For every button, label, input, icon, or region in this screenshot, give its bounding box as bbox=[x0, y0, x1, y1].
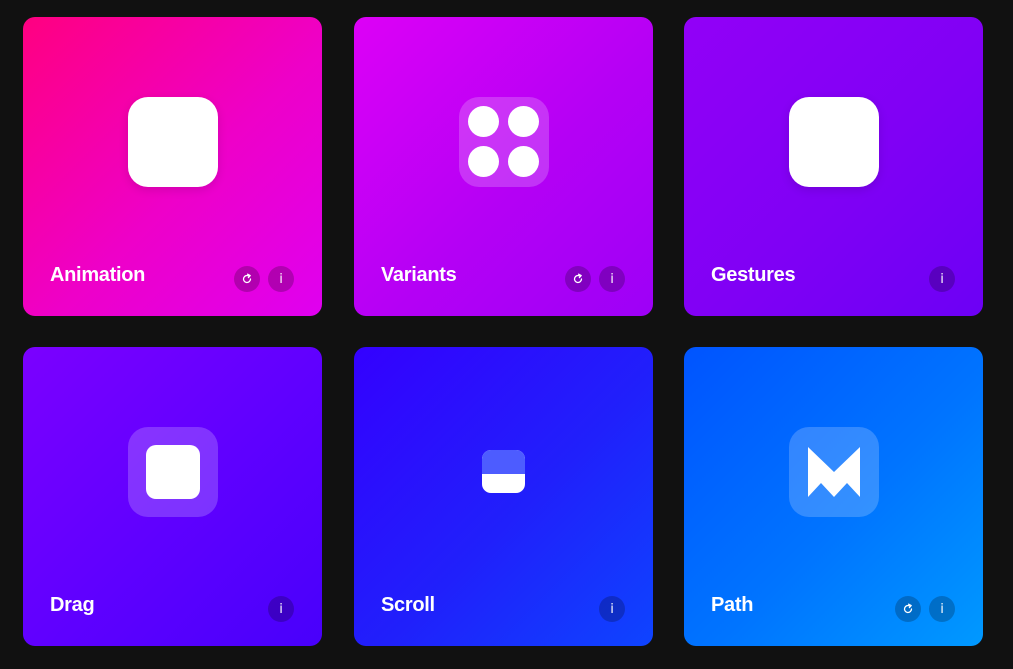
path-container bbox=[789, 427, 879, 517]
animated-square bbox=[128, 97, 218, 187]
variant-dot bbox=[468, 106, 499, 137]
variant-dot bbox=[468, 146, 499, 177]
refresh-button-variants[interactable] bbox=[565, 266, 591, 292]
variants-container bbox=[459, 97, 549, 187]
gesture-square[interactable] bbox=[789, 97, 879, 187]
info-icon: i bbox=[940, 601, 944, 617]
card-actions-drag: i bbox=[268, 596, 294, 622]
refresh-icon bbox=[573, 273, 583, 284]
card-title-variants: Variants bbox=[381, 264, 457, 286]
info-button-gestures[interactable]: i bbox=[929, 266, 955, 292]
card-actions-animation: i bbox=[234, 266, 294, 292]
scroll-progress-fill bbox=[482, 450, 525, 474]
drag-handle[interactable] bbox=[146, 445, 200, 499]
info-icon: i bbox=[940, 271, 944, 287]
drag-demo bbox=[128, 427, 218, 517]
framer-logo-icon bbox=[808, 447, 860, 497]
card-drag[interactable]: Drag i bbox=[23, 347, 322, 646]
info-button-scroll[interactable]: i bbox=[599, 596, 625, 622]
card-animation[interactable]: Animation i bbox=[23, 17, 322, 316]
card-title-gestures: Gestures bbox=[711, 264, 796, 286]
card-actions-path: i bbox=[895, 596, 955, 622]
path-demo bbox=[789, 427, 879, 517]
variants-demo[interactable] bbox=[459, 97, 549, 187]
refresh-button-animation[interactable] bbox=[234, 266, 260, 292]
refresh-button-path[interactable] bbox=[895, 596, 921, 622]
card-scroll[interactable]: Scroll i bbox=[354, 347, 653, 646]
info-icon: i bbox=[610, 271, 614, 287]
info-button-animation[interactable]: i bbox=[268, 266, 294, 292]
variant-dot bbox=[508, 106, 539, 137]
card-title-animation: Animation bbox=[50, 264, 146, 286]
info-icon: i bbox=[279, 601, 283, 617]
info-button-drag[interactable]: i bbox=[268, 596, 294, 622]
card-title-path: Path bbox=[711, 594, 754, 616]
animation-demo[interactable] bbox=[128, 97, 218, 187]
card-variants[interactable]: Variants i bbox=[354, 17, 653, 316]
drag-area bbox=[128, 427, 218, 517]
card-actions-gestures: i bbox=[929, 266, 955, 292]
card-title-scroll: Scroll bbox=[381, 594, 435, 616]
refresh-icon bbox=[903, 603, 913, 614]
info-button-variants[interactable]: i bbox=[599, 266, 625, 292]
card-path[interactable]: Path i bbox=[684, 347, 983, 646]
refresh-icon bbox=[242, 273, 252, 284]
scroll-progress-indicator bbox=[482, 450, 525, 493]
variant-dot bbox=[508, 146, 539, 177]
info-button-path[interactable]: i bbox=[929, 596, 955, 622]
card-actions-variants: i bbox=[565, 266, 625, 292]
info-icon: i bbox=[279, 271, 283, 287]
card-actions-scroll: i bbox=[599, 596, 625, 622]
card-gestures[interactable]: Gestures i bbox=[684, 17, 983, 316]
info-icon: i bbox=[610, 601, 614, 617]
card-title-drag: Drag bbox=[50, 594, 95, 616]
gestures-demo[interactable] bbox=[789, 97, 879, 187]
